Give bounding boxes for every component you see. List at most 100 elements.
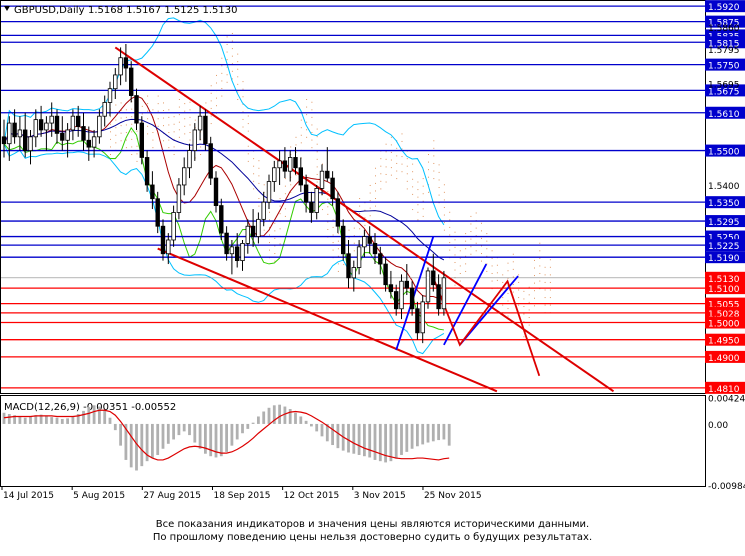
candle-body (12, 122, 17, 138)
macd-bar (299, 416, 303, 424)
candle-body (388, 284, 394, 292)
cloud-dot (491, 250, 493, 252)
candle-body (378, 253, 383, 265)
candle-body (330, 177, 335, 200)
macd-bar (55, 417, 59, 424)
macd-bar (7, 414, 11, 424)
cloud-dot (247, 130, 249, 132)
cloud-dot (258, 205, 260, 207)
candle-body (425, 270, 431, 303)
cloud-dot (221, 72, 223, 74)
cloud-dot (178, 121, 180, 123)
cloud-dot (459, 272, 461, 274)
macd-bar (241, 423, 244, 434)
cloud-dot (189, 116, 191, 118)
cloud-dot (359, 205, 361, 207)
cloud-dot (353, 227, 355, 229)
candle-body (155, 198, 160, 227)
price-label: 1.5000 (708, 320, 740, 330)
cloud-dot (231, 32, 233, 34)
cloud-dot (396, 170, 398, 172)
cloud-dot (364, 224, 366, 226)
macd-bar (172, 423, 175, 440)
cloud-dot (168, 124, 170, 126)
cloud-dot (152, 147, 154, 149)
cloud-dot (173, 154, 175, 156)
cloud-dot (470, 253, 472, 255)
price-panel[interactable] (0, 0, 706, 394)
cloud-dot (274, 253, 276, 255)
macd-bar (135, 423, 138, 471)
cloud-dot (189, 109, 191, 111)
cloud-dot (125, 147, 127, 149)
cloud-dot (337, 233, 339, 235)
cloud-dot (141, 113, 143, 115)
macd-bar (204, 423, 207, 454)
cloud-dot (226, 74, 228, 76)
cloud-dot (306, 99, 308, 100)
cloud-dot (157, 103, 159, 105)
cloud-dot (269, 219, 270, 221)
candle-body (356, 246, 362, 268)
cloud-dot (253, 173, 255, 175)
cloud-dot (454, 261, 456, 263)
cloud-dot (390, 136, 392, 138)
macd-bar (294, 412, 297, 424)
cloud-dot (443, 184, 445, 186)
cloud-dot (163, 117, 164, 119)
cloud-dot (300, 142, 302, 144)
candle-body (213, 177, 219, 206)
price-label: 1.5100 (708, 285, 740, 295)
cloud-dot (110, 138, 111, 140)
macd-bar (188, 423, 191, 436)
cloud-dot (300, 127, 302, 129)
cloud-dot (417, 219, 419, 221)
cloud-dot (284, 185, 286, 187)
price-label: 1.5610 (708, 110, 740, 120)
cloud-dot (131, 138, 133, 140)
cloud-dot (512, 283, 514, 285)
candle-body (49, 115, 54, 124)
candle-body (245, 225, 250, 244)
cloud-dot (125, 132, 127, 134)
cloud-dot (502, 297, 504, 299)
cloud-dot (178, 136, 180, 138)
gbpusd-chart[interactable]: 1.59201.58751.58351.58151.57501.56751.56… (0, 0, 745, 552)
cloud-dot (306, 114, 308, 116)
cloud-dot (512, 253, 514, 255)
cloud-dot (200, 154, 202, 156)
cloud-dot (337, 270, 339, 272)
cloud-dot (401, 133, 403, 135)
macd-bar (140, 423, 144, 467)
cloud-dot (163, 125, 164, 127)
candle-body (224, 232, 229, 255)
cloud-dot (263, 229, 265, 231)
cloud-dot (316, 151, 318, 153)
cloud-dot (396, 162, 398, 164)
cloud-dot (216, 82, 217, 84)
cloud-dot (465, 240, 467, 242)
cloud-dot (549, 259, 551, 261)
candle-body (314, 188, 319, 213)
cloud-dot (168, 109, 170, 111)
candle-body (97, 115, 102, 138)
cloud-dot (401, 163, 403, 165)
cloud-dot (454, 231, 456, 233)
cloud-dot (348, 237, 350, 239)
cloud-dot (443, 191, 445, 193)
cloud-dot (507, 262, 509, 264)
cloud-dot (438, 179, 440, 181)
time-label: 14 Jul 2015 (3, 491, 54, 501)
cloud-dot (316, 166, 318, 168)
cloud-dot (258, 167, 260, 169)
cloud-dot (184, 125, 186, 127)
macd-bar (219, 423, 223, 457)
cloud-dot (449, 226, 451, 228)
cloud-dot (385, 181, 387, 183)
cloud-dot (369, 200, 371, 202)
cloud-dot (269, 211, 270, 213)
candle-body (181, 167, 187, 186)
candle-body (160, 225, 166, 255)
cloud-dot (306, 106, 308, 108)
candle-body (219, 205, 224, 234)
